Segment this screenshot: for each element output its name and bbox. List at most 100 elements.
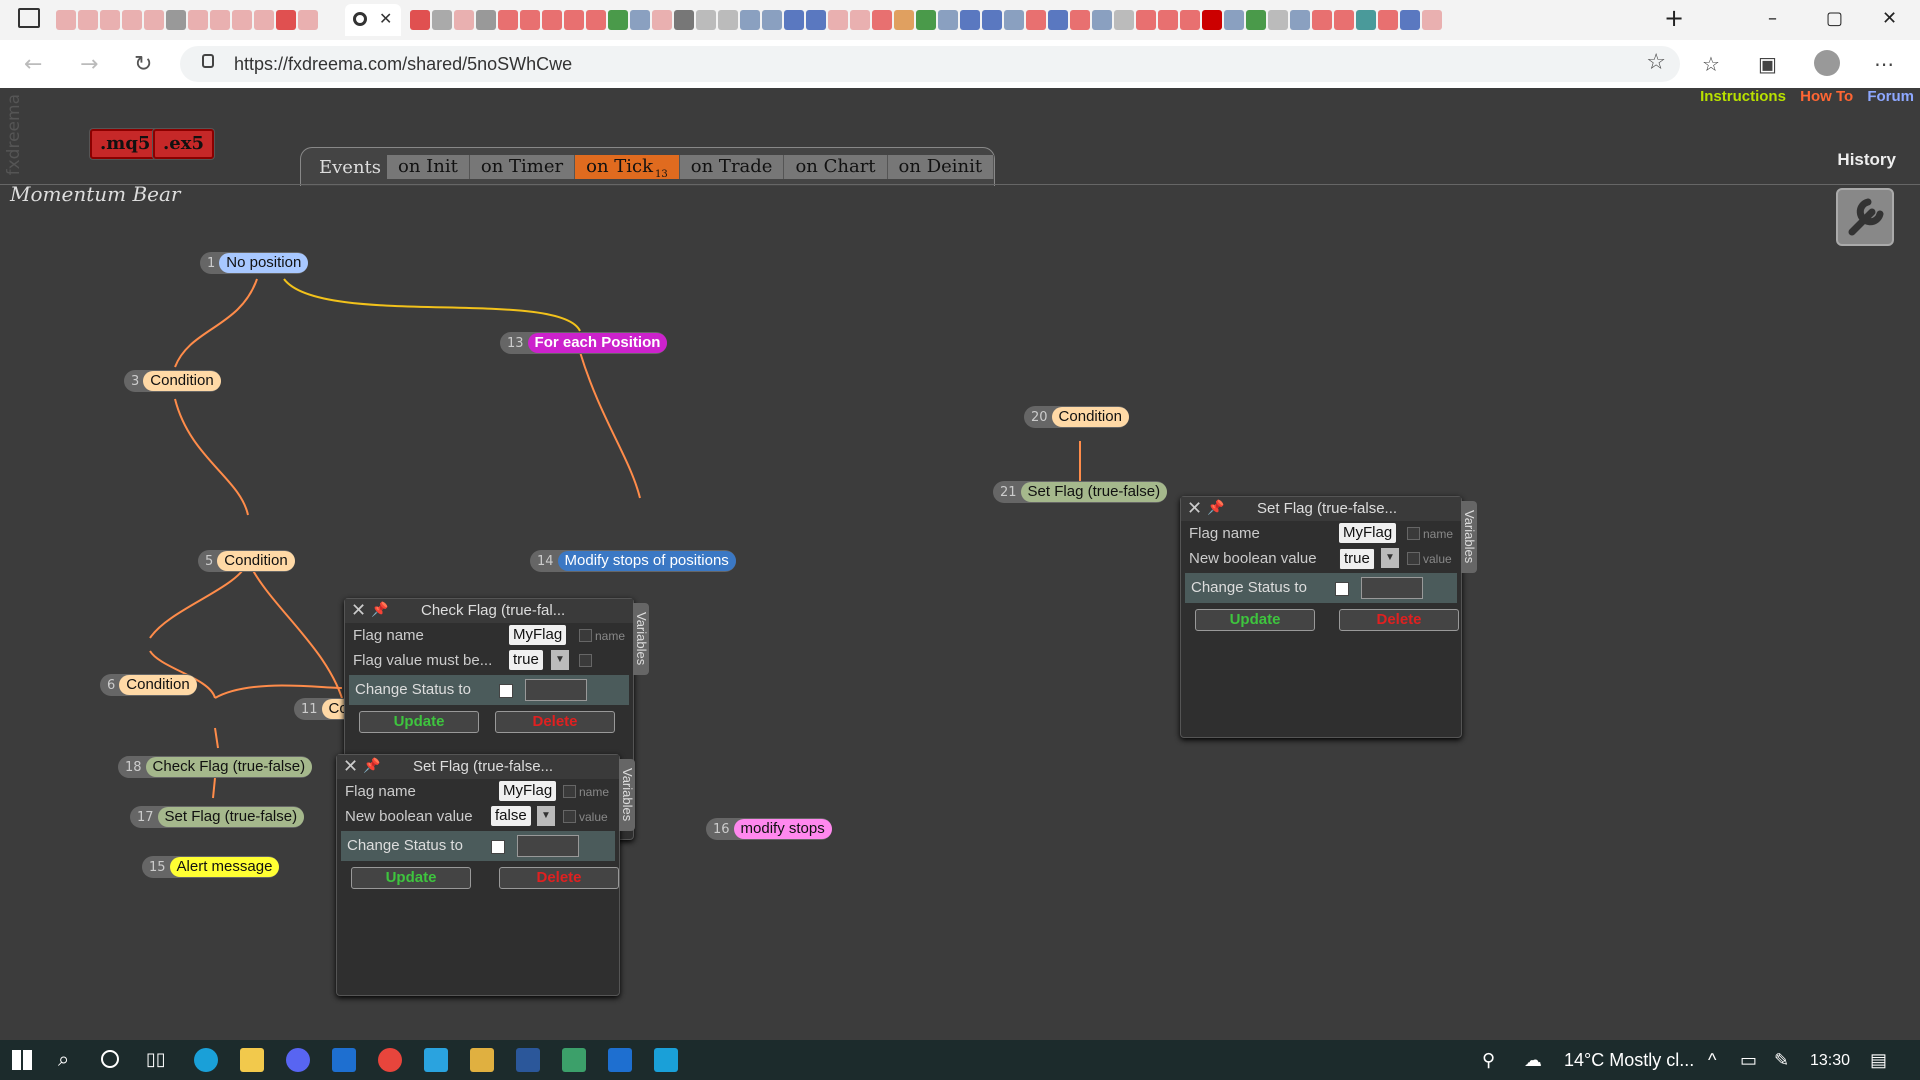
pin-icon[interactable]: 📌 <box>1207 499 1224 516</box>
close-icon[interactable]: ✕ <box>1187 498 1202 519</box>
telegram-icon[interactable] <box>424 1048 448 1072</box>
change-status-field[interactable] <box>1361 577 1423 599</box>
clock[interactable]: 13:30 <box>1810 1052 1850 1070</box>
tab-favicon-icon[interactable] <box>210 10 230 30</box>
tab-favicon-icon[interactable] <box>1246 10 1266 30</box>
variables-tab[interactable]: Variables <box>619 759 635 831</box>
tab-favicon-icon[interactable] <box>718 10 738 30</box>
tab-favicon-icon[interactable] <box>960 10 980 30</box>
tab-favicon-icon[interactable] <box>1422 10 1442 30</box>
weather-text[interactable]: 14°C Mostly cl... <box>1564 1050 1694 1071</box>
address-bar[interactable]: https://fxdreema.com/shared/5noSWhCwe ☆ <box>180 46 1680 82</box>
bool-value-select[interactable]: false <box>491 806 531 826</box>
tab-close-icon[interactable]: ✕ <box>379 9 392 28</box>
flow-node[interactable]: 18 Check Flag (true-false) <box>118 756 313 778</box>
tab-favicon-icon[interactable] <box>1070 10 1090 30</box>
flow-node[interactable]: 13 For each Position <box>500 332 668 354</box>
tab-favicon-icon[interactable] <box>1356 10 1376 30</box>
tab-favicon-icon[interactable] <box>166 10 186 30</box>
url-text[interactable]: https://fxdreema.com/shared/5noSWhCwe <box>234 54 572 75</box>
update-button[interactable]: Update <box>351 867 471 889</box>
variables-tab[interactable]: Variables <box>633 603 649 675</box>
delete-button[interactable]: Delete <box>495 711 615 733</box>
flow-node[interactable]: 6 Condition <box>100 674 197 696</box>
tab-favicon-icon[interactable] <box>410 10 430 30</box>
flow-node[interactable]: 1 No position <box>200 252 309 274</box>
tab-favicon-icon[interactable] <box>56 10 76 30</box>
tab-favicon-icon[interactable] <box>1114 10 1134 30</box>
tab-favicon-icon[interactable] <box>454 10 474 30</box>
favorites-icon[interactable]: ☆ <box>1702 52 1720 76</box>
flow-node[interactable]: 15 Alert message <box>142 856 280 878</box>
tab-favicon-icon[interactable] <box>872 10 892 30</box>
tab-favicon-icon[interactable] <box>1334 10 1354 30</box>
name-checkbox[interactable] <box>579 629 592 642</box>
discord-icon[interactable] <box>286 1048 310 1072</box>
search-icon[interactable]: ⌕ <box>58 1047 69 1071</box>
delete-button[interactable]: Delete <box>1339 609 1459 631</box>
flow-node[interactable]: 21 Set Flag (true-false) <box>993 481 1168 503</box>
profile-avatar[interactable] <box>1814 50 1840 76</box>
tab-favicon-icon[interactable] <box>850 10 870 30</box>
more-menu-icon[interactable]: ⋯ <box>1874 52 1894 76</box>
flag-name-input[interactable]: MyFlag <box>509 625 567 645</box>
app-icon[interactable] <box>332 1048 356 1072</box>
tab-favicon-icon[interactable] <box>1136 10 1156 30</box>
tab-favicon-icon[interactable] <box>564 10 584 30</box>
tab-favicon-icon[interactable] <box>1202 10 1222 30</box>
name-checkbox[interactable] <box>563 785 576 798</box>
close-icon[interactable]: ✕ <box>343 756 358 777</box>
chevron-down-icon[interactable]: ▼ <box>551 650 569 670</box>
tab-favicon-icon[interactable] <box>828 10 848 30</box>
notification-icon[interactable]: ▤ <box>1870 1050 1887 1071</box>
update-button[interactable]: Update <box>359 711 479 733</box>
new-tab-button[interactable]: + <box>1664 4 1684 32</box>
tab-favicon-icon[interactable] <box>608 10 628 30</box>
tab-favicon-icon[interactable] <box>276 10 296 30</box>
active-tab[interactable]: ✕ <box>345 4 401 36</box>
tab-favicon-icon[interactable] <box>1004 10 1024 30</box>
maximize-button[interactable]: ▢ <box>1826 8 1843 29</box>
weather-icon[interactable]: ☁ <box>1524 1050 1542 1071</box>
favorite-add-icon[interactable]: ☆ <box>1646 50 1666 75</box>
chrome-icon[interactable] <box>378 1048 402 1072</box>
tab-favicon-icon[interactable] <box>1268 10 1288 30</box>
mail-icon[interactable] <box>654 1048 678 1072</box>
change-status-checkbox[interactable] <box>499 684 513 698</box>
tab-actions-icon[interactable] <box>18 8 40 28</box>
value-checkbox[interactable] <box>579 654 592 667</box>
tab-favicon-icon[interactable] <box>1400 10 1420 30</box>
start-icon[interactable] <box>12 1050 32 1070</box>
tab-favicon-icon[interactable] <box>232 10 252 30</box>
tab-favicon-icon[interactable] <box>254 10 274 30</box>
chevron-down-icon[interactable]: ▼ <box>1381 548 1399 568</box>
tab-favicon-icon[interactable] <box>1224 10 1244 30</box>
flag-value-select[interactable]: true <box>509 650 543 670</box>
back-icon[interactable]: ← <box>24 52 42 77</box>
tab-favicon-icon[interactable] <box>1312 10 1332 30</box>
change-status-checkbox[interactable] <box>1335 582 1349 596</box>
tab-favicon-icon[interactable] <box>100 10 120 30</box>
forward-icon[interactable]: → <box>80 52 98 77</box>
flow-node[interactable]: 17 Set Flag (true-false) <box>130 806 305 828</box>
refresh-icon[interactable]: ↻ <box>134 52 152 77</box>
tab-favicon-icon[interactable] <box>1092 10 1112 30</box>
flow-node[interactable]: 16 modify stops <box>706 818 832 840</box>
tab-favicon-icon[interactable] <box>1378 10 1398 30</box>
tab-favicon-icon[interactable] <box>586 10 606 30</box>
tab-favicon-icon[interactable] <box>476 10 496 30</box>
battery-icon[interactable]: ▭ <box>1740 1050 1757 1071</box>
value-checkbox[interactable] <box>1407 552 1420 565</box>
change-status-field[interactable] <box>525 679 587 701</box>
tab-favicon-icon[interactable] <box>696 10 716 30</box>
chevron-down-icon[interactable]: ▼ <box>537 806 555 826</box>
flow-node[interactable]: 20 Condition <box>1024 406 1129 428</box>
file-explorer-icon[interactable] <box>240 1048 264 1072</box>
tab-favicon-icon[interactable] <box>1158 10 1178 30</box>
pen-icon[interactable]: ✎ <box>1774 1050 1789 1071</box>
tab-favicon-icon[interactable] <box>630 10 650 30</box>
tab-favicon-icon[interactable] <box>652 10 672 30</box>
flow-node[interactable]: 14 Modify stops of positions <box>530 550 736 572</box>
change-status-checkbox[interactable] <box>491 840 505 854</box>
tab-favicon-icon[interactable] <box>938 10 958 30</box>
